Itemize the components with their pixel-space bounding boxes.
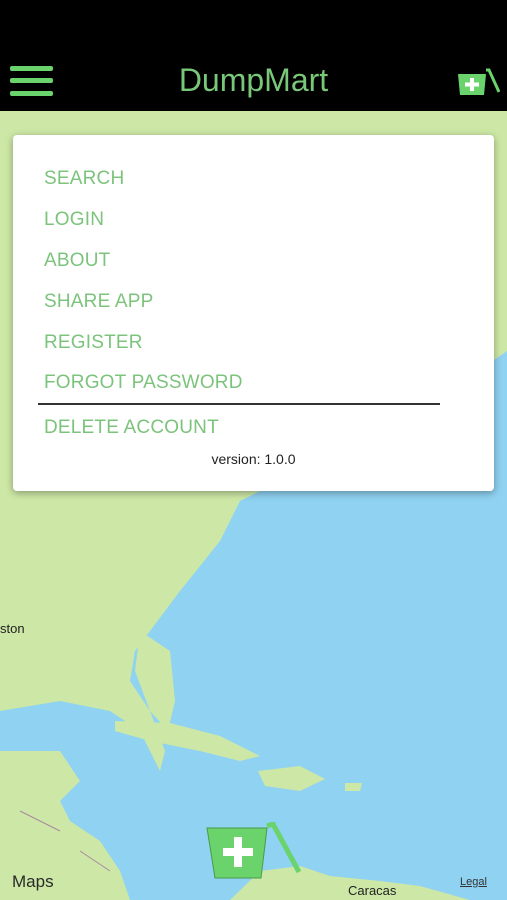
add-dumpster-icon[interactable] [456, 68, 501, 98]
navigation-menu: SEARCH LOGIN ABOUT SHARE APP REGISTER FO… [13, 135, 494, 491]
maps-attribution-label: Maps [12, 872, 54, 891]
app-version: version: 1.0.0 [211, 451, 296, 467]
menu-item-share-app[interactable]: SHARE APP [44, 291, 154, 313]
app-header: DumpMart [0, 0, 507, 111]
dumpster-map-pin-icon[interactable] [205, 820, 303, 880]
menu-item-search[interactable]: SEARCH [44, 168, 124, 190]
map-city-label: Caracas [348, 883, 397, 898]
menu-item-delete-account[interactable]: DELETE ACCOUNT [44, 417, 219, 439]
app-title: DumpMart [178, 62, 329, 98]
menu-divider [38, 403, 440, 405]
map-city-label: ston [0, 621, 25, 636]
apple-maps-attribution: Maps [12, 872, 54, 892]
menu-item-forgot-password[interactable]: FORGOT PASSWORD [44, 372, 243, 394]
menu-item-about[interactable]: ABOUT [44, 250, 110, 272]
menu-item-register[interactable]: REGISTER [44, 332, 143, 354]
legal-link[interactable]: Legal [460, 876, 487, 888]
menu-item-login[interactable]: LOGIN [44, 209, 104, 231]
